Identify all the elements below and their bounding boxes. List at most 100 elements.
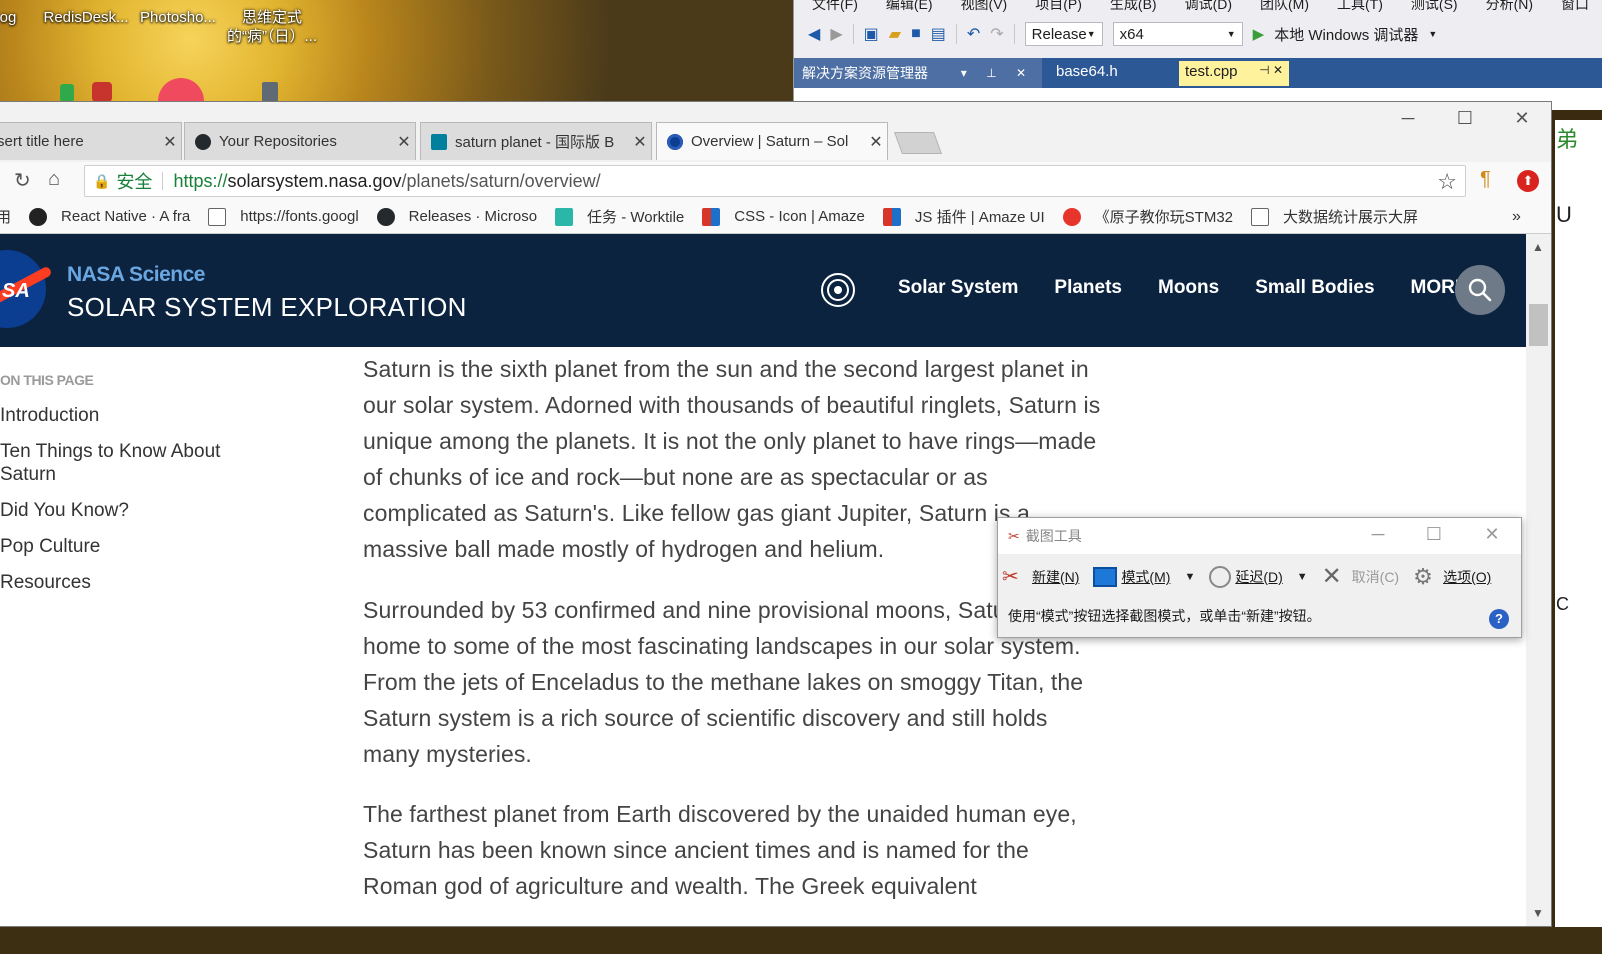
desktop-app-icon[interactable] — [60, 84, 74, 102]
platform-select[interactable]: x64 ▼ — [1112, 22, 1243, 46]
nav-moons[interactable]: Moons — [1158, 277, 1219, 299]
clock-icon — [1209, 566, 1232, 588]
toc-did-you-know[interactable]: Did You Know? — [0, 499, 300, 522]
bookmark-item[interactable]: React Native · A fra — [29, 207, 190, 226]
tab-bing-saturn[interactable]: saturn planet - 国际版 B ✕ — [420, 122, 652, 160]
nav-small-bodies[interactable]: Small Bodies — [1255, 277, 1374, 299]
divider — [162, 172, 164, 190]
nasa-science-label[interactable]: NASA Science — [67, 263, 205, 287]
desktop-app-icon[interactable] — [92, 82, 112, 102]
desktop-icon-redis[interactable]: RedisDesk... — [38, 0, 134, 27]
vs-menu-edit[interactable]: 编辑(E) — [886, 0, 933, 12]
back-icon[interactable]: ◀ — [808, 24, 820, 44]
bookmark-item[interactable]: 用 — [0, 206, 11, 227]
snip-hint-text: 使用“模式”按钮选择截图模式，或单击“新建”按钮。 — [1008, 608, 1321, 624]
bookmark-item[interactable]: Releases · Microso — [376, 207, 537, 226]
vs-menu-test[interactable]: 测试(S) — [1411, 0, 1458, 12]
chevron-down-icon[interactable]: ▼ — [1184, 571, 1195, 583]
nav-solar-system[interactable]: Solar System — [898, 277, 1018, 299]
panel-controls[interactable]: ▾ ⊥ ✕ — [961, 66, 1034, 80]
home-icon[interactable]: ⌂ — [48, 168, 60, 191]
search-button[interactable] — [1455, 265, 1505, 315]
snip-mode-button[interactable]: 模式(M) ▼ — [1093, 567, 1195, 587]
address-bar[interactable]: 🔒 安全 https://solarsystem.nasa.gov/planet… — [84, 165, 1466, 197]
chevron-down-icon[interactable]: ▼ — [1428, 29, 1437, 39]
main-nav: Solar System Planets Moons Small Bodies … — [898, 277, 1504, 299]
orbit-icon[interactable] — [820, 272, 856, 308]
vs-menu-project[interactable]: 项目(P) — [1035, 0, 1082, 12]
snip-options-button[interactable]: ⚙ 选项(O) — [1413, 566, 1491, 588]
bookmarks-more-button[interactable]: » — [1512, 208, 1521, 226]
desktop-icon-photoshop[interactable]: Photosho... — [130, 0, 226, 27]
reload-icon[interactable]: ↻ — [14, 168, 31, 193]
tab-insert-title[interactable]: sert title here ✕ — [0, 122, 182, 160]
minimize-icon[interactable]: ─ — [1358, 524, 1398, 545]
toc-pop-culture[interactable]: Pop Culture — [0, 535, 300, 558]
bookmark-item[interactable]: CSS - Icon | Amaze — [702, 207, 865, 226]
snip-new-button[interactable]: ✂ 新建(N) — [1002, 566, 1079, 588]
help-icon[interactable]: ? — [1489, 609, 1509, 629]
scroll-down-icon[interactable]: ▼ — [1532, 906, 1544, 920]
toc-introduction[interactable]: Introduction — [0, 404, 300, 427]
snipping-tool-titlebar[interactable]: ✂ 截图工具 ─ ☐ ✕ — [998, 518, 1521, 554]
vs-tab-testcpp[interactable]: test.cpp ⊣ ✕ — [1179, 61, 1289, 86]
snip-delay-button[interactable]: 延迟(D) ▼ — [1209, 566, 1308, 588]
vs-menu-analyze[interactable]: 分析(N) — [1486, 0, 1533, 12]
close-icon[interactable]: ✕ — [159, 132, 181, 152]
scroll-thumb[interactable] — [1529, 304, 1548, 346]
vs-menu-file[interactable]: 文件(F) — [812, 0, 858, 12]
minimize-icon[interactable]: ─ — [1396, 108, 1420, 129]
chevron-down-icon[interactable]: ▼ — [1297, 571, 1308, 583]
bookmark-item[interactable]: JS 插件 | Amaze UI — [882, 206, 1045, 227]
debugger-label[interactable]: 本地 Windows 调试器 — [1274, 24, 1418, 45]
tab-nasa-saturn[interactable]: Overview | Saturn – Sol ✕ — [656, 122, 888, 160]
new-tab-button[interactable] — [893, 132, 943, 154]
close-icon[interactable]: ✕ — [393, 132, 415, 152]
vs-menu-window[interactable]: 窗口 — [1561, 0, 1589, 12]
close-icon[interactable]: ✕ — [629, 132, 651, 152]
bookmark-item[interactable]: 任务 - Worktile — [555, 206, 684, 227]
bookmarks-bar: 用 React Native · A fra https://fonts.goo… — [0, 200, 1551, 234]
toc-resources[interactable]: Resources — [0, 571, 300, 594]
undo-icon[interactable]: ↶ — [967, 24, 980, 44]
site-title[interactable]: SOLAR SYSTEM EXPLORATION — [67, 292, 467, 323]
maximize-icon[interactable]: ☐ — [1414, 524, 1454, 545]
bookmark-item[interactable]: 大数据统计展示大屏 — [1251, 206, 1418, 227]
vs-menu-build[interactable]: 生成(B) — [1110, 0, 1157, 12]
start-debugging-icon[interactable]: ▶ — [1253, 25, 1265, 43]
vs-menu-team[interactable]: 团队(M) — [1260, 0, 1309, 12]
save-all-icon[interactable]: ▤ — [931, 24, 946, 44]
vs-menu-view[interactable]: 视图(V) — [961, 0, 1008, 12]
extension-upload-icon[interactable]: ⬆ — [1517, 170, 1539, 192]
maximize-icon[interactable]: ☐ — [1453, 108, 1477, 129]
forward-icon[interactable]: ▶ — [830, 24, 842, 44]
tab-github-repos[interactable]: Your Repositories ✕ — [184, 122, 416, 160]
browser-toolbar: ↻ ⌂ 🔒 安全 https://solarsystem.nasa.gov/pl… — [0, 162, 1551, 200]
desktop-icon-label: og — [0, 9, 17, 26]
bookmark-item[interactable]: 《原子教你玩STM32 — [1062, 206, 1233, 227]
close-icon[interactable]: ✕ — [1472, 524, 1512, 545]
redo-icon[interactable]: ↷ — [990, 24, 1003, 44]
pin-close-icon[interactable]: ⊣ ✕ — [1259, 63, 1283, 84]
solution-explorer-header[interactable]: 解决方案资源管理器 ▾ ⊥ ✕ — [794, 58, 1042, 88]
bookmark-star-icon[interactable]: ☆ — [1437, 169, 1457, 195]
save-icon[interactable]: ■ — [911, 25, 921, 43]
close-icon[interactable]: ✕ — [865, 132, 887, 152]
bookmark-item[interactable]: https://fonts.googl — [208, 207, 359, 226]
open-folder-icon[interactable]: ▰ — [889, 24, 901, 44]
bookmark-label: https://fonts.googl — [240, 208, 359, 225]
vs-tab-base64h[interactable]: base64.h — [1052, 61, 1122, 86]
extension-icon[interactable]: ¶ — [1480, 168, 1491, 191]
vs-toolbar: ◀ ▶ ▣ ▰ ■ ▤ ↶ ↷ Release ▼ x64 ▼ ▶ 本地 Windo… — [794, 18, 1602, 50]
close-window-icon[interactable]: ✕ — [1510, 108, 1534, 129]
new-project-icon[interactable]: ▣ — [864, 24, 879, 44]
snip-cancel-button[interactable]: ✕ 取消(C) — [1322, 565, 1399, 589]
desktop-icon-doc[interactable]: 思维定式的“病”（日）... — [222, 0, 322, 46]
nav-planets[interactable]: Planets — [1054, 277, 1122, 299]
vs-menu-tools[interactable]: 工具(T) — [1337, 0, 1383, 12]
vs-menu-debug[interactable]: 调试(D) — [1185, 0, 1232, 12]
configuration-select[interactable]: Release ▼ — [1024, 22, 1103, 46]
toc-ten-things[interactable]: Ten Things to Know About Saturn — [0, 440, 250, 486]
page-scrollbar[interactable]: ▲ ▼ — [1526, 234, 1551, 926]
scroll-up-icon[interactable]: ▲ — [1532, 240, 1544, 254]
